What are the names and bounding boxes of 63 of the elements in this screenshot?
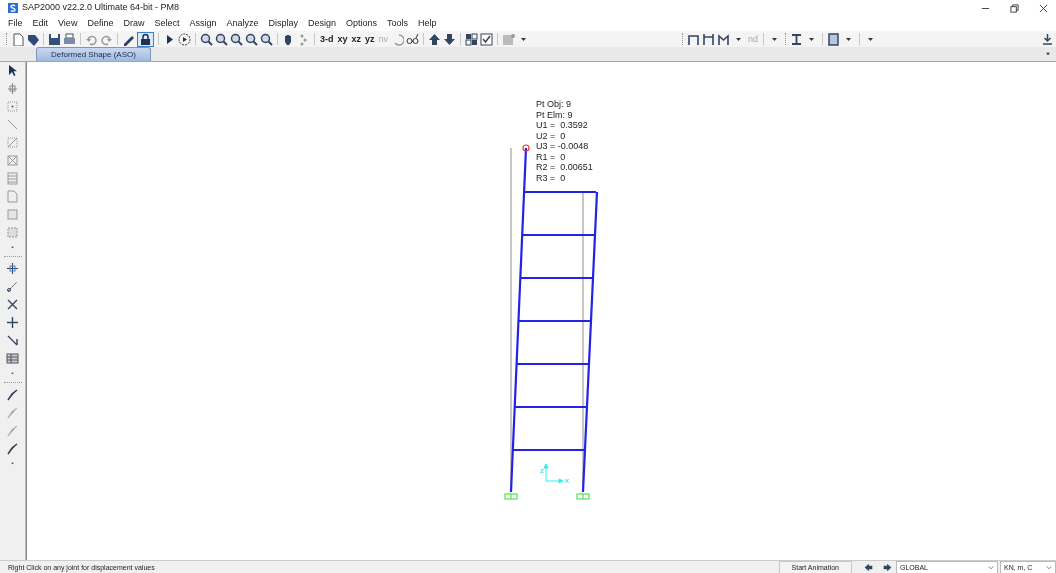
checkbox-icon[interactable] [480,32,494,46]
node-icon[interactable] [6,82,19,95]
menu-item[interactable]: Options [346,16,378,31]
support-icon [504,493,518,500]
chevron-icon[interactable] [1046,564,1052,571]
zoom-icon[interactable] [215,32,228,46]
view-button[interactable]: 3-d [319,32,335,46]
play-circle-icon[interactable] [178,32,191,46]
menu-item[interactable]: Help [418,16,437,31]
menu-item[interactable]: Tools [387,16,409,31]
download-icon[interactable] [1041,32,1054,46]
menu-item[interactable]: Display [268,16,298,31]
selected-joint-marker [522,144,530,152]
frame-icon[interactable] [687,32,701,46]
arrow-left-icon[interactable] [864,562,873,572]
menu-item[interactable]: File [8,16,23,31]
axis-label: x [565,476,569,485]
snap-icon[interactable] [6,262,19,275]
plus-icon[interactable] [6,316,19,329]
menu-item[interactable]: Select [154,16,180,31]
cross-icon[interactable] [6,298,19,311]
zoom-icon[interactable] [260,32,273,46]
i-beam-icon[interactable] [790,32,804,46]
arrow-down-icon[interactable] [443,32,457,46]
menu-item[interactable]: Draw [123,16,145,31]
glasses-icon[interactable] [406,32,420,46]
axis-arrows [543,463,564,484]
arrow-up-icon[interactable] [428,32,442,46]
menu-item[interactable]: Design [308,16,336,31]
menu-item[interactable]: Edit [32,16,49,31]
document-tab[interactable]: Deformed Shape (ASO) [36,47,151,61]
angle-icon[interactable] [6,334,19,347]
frame-icon[interactable] [702,32,716,46]
printer-icon[interactable] [63,32,76,46]
window-title: SAP2000 v22.2.0 Ultimate 64-bit - PM8 [22,1,181,15]
menu-item[interactable]: Define [87,16,114,31]
restore-icon[interactable] [1010,3,1019,13]
view-button[interactable]: yz [364,32,376,46]
zoom-icon[interactable] [200,32,213,46]
zoom-icon[interactable] [230,32,243,46]
arrow-right-icon[interactable] [883,562,892,572]
joint-info-text: Pt Obj: 9 Pt Elm: 9 U1 = 0.3592 U2 = 0 U3 = -0.0048 R1 = 0 R2 = 0.00651 R3 = 0 [536,99,593,183]
app-logo [8,3,18,13]
view-button[interactable]: xz [350,32,363,46]
support-icon [576,493,590,500]
zoom-icon[interactable] [245,32,258,46]
page-icon[interactable] [11,32,24,46]
view-button[interactable]: xy [336,32,349,46]
save-icon[interactable] [48,32,61,46]
chain-icon[interactable] [6,280,19,293]
menu-item[interactable]: View [58,16,78,31]
square-icon[interactable] [827,32,841,46]
chevron-icon[interactable] [988,564,994,571]
tag-icon[interactable] [26,32,39,46]
close-icon[interactable] [1039,3,1048,13]
grid-icon[interactable] [465,32,479,46]
menu-item[interactable]: Analyze [226,16,259,31]
table-icon[interactable] [6,352,19,365]
axis-label: z [540,466,544,475]
frame-icon[interactable] [717,32,731,46]
menu-item[interactable]: Assign [189,16,217,31]
pointer-icon[interactable] [6,64,19,77]
lock-icon[interactable] [139,32,152,46]
